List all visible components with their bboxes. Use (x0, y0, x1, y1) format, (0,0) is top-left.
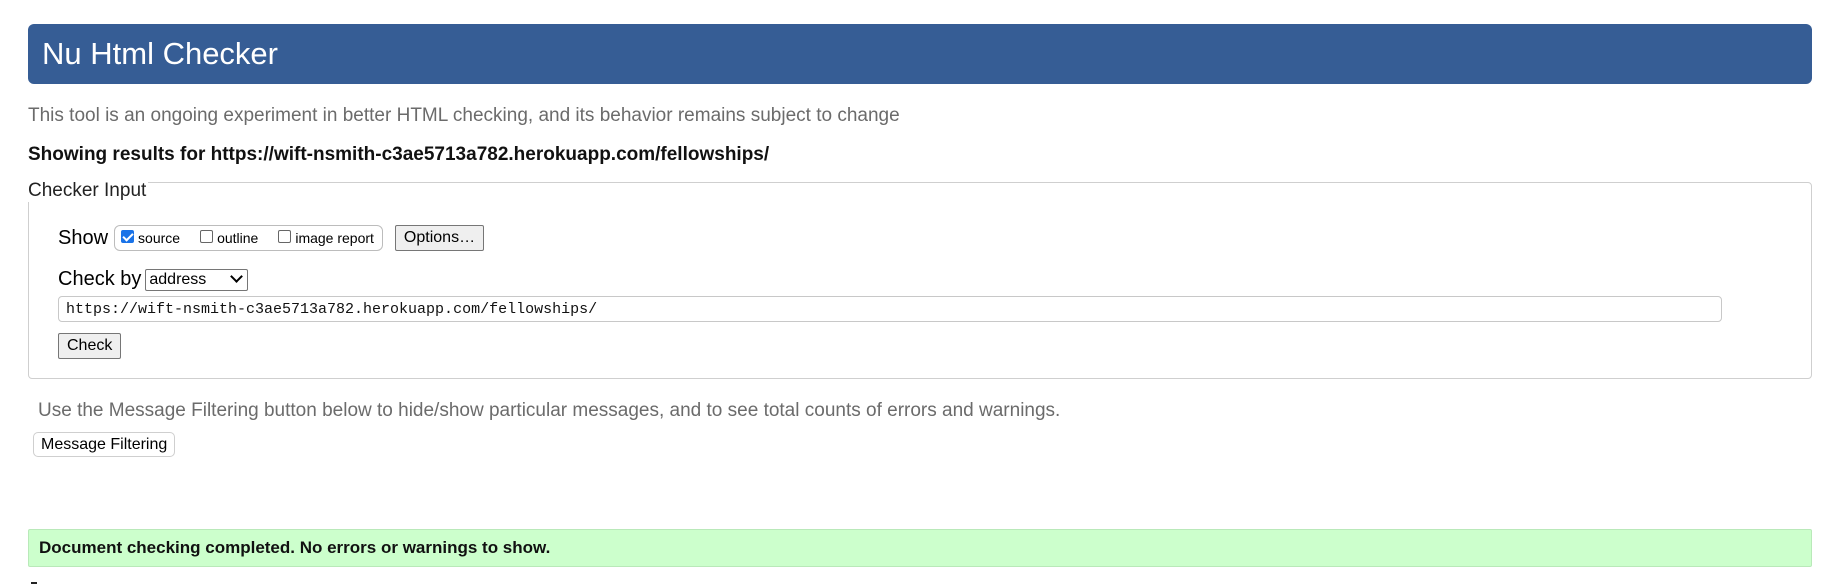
show-options-group: source outline image report (114, 225, 383, 251)
page-divider (31, 582, 37, 584)
results-heading: Showing results for https://wift-nsmith-… (28, 144, 770, 165)
message-filtering-hint: Use the Message Filtering button below t… (38, 400, 1061, 421)
show-label: Show (58, 226, 109, 249)
image-report-checkbox[interactable] (278, 229, 292, 243)
check-by-label: Check by (58, 268, 142, 290)
show-options-row: Show source outline image report Options… (58, 225, 485, 251)
check-by-value: address (149, 270, 207, 288)
message-filtering-button[interactable]: Message Filtering (33, 432, 176, 457)
checker-input-legend: Checker Input (26, 180, 149, 202)
check-by-select[interactable]: address (145, 268, 249, 291)
checker-input-fieldset (28, 182, 1812, 379)
image-report-label: image report (295, 230, 374, 246)
outline-label: outline (217, 230, 259, 246)
chevron-down-icon (230, 270, 244, 283)
tool-description: This tool is an ongoing experiment in be… (28, 105, 900, 126)
check-button[interactable]: Check (58, 333, 122, 359)
status-message: Document checking completed. No errors o… (28, 529, 1812, 567)
show-source-option[interactable]: source (121, 229, 181, 246)
app-header: Nu Html Checker (28, 24, 1812, 84)
check-by-row: Check by address (58, 268, 249, 291)
source-checkbox[interactable] (121, 229, 135, 243)
options-button[interactable]: Options… (394, 225, 485, 251)
show-image-report-option[interactable]: image report (278, 229, 374, 246)
page-title: Nu Html Checker (42, 36, 278, 71)
show-outline-option[interactable]: outline (200, 229, 259, 246)
url-input[interactable]: https://wift-nsmith-c3ae5713a782.herokua… (58, 296, 1722, 322)
outline-checkbox[interactable] (200, 229, 214, 243)
source-label: source (138, 230, 181, 246)
